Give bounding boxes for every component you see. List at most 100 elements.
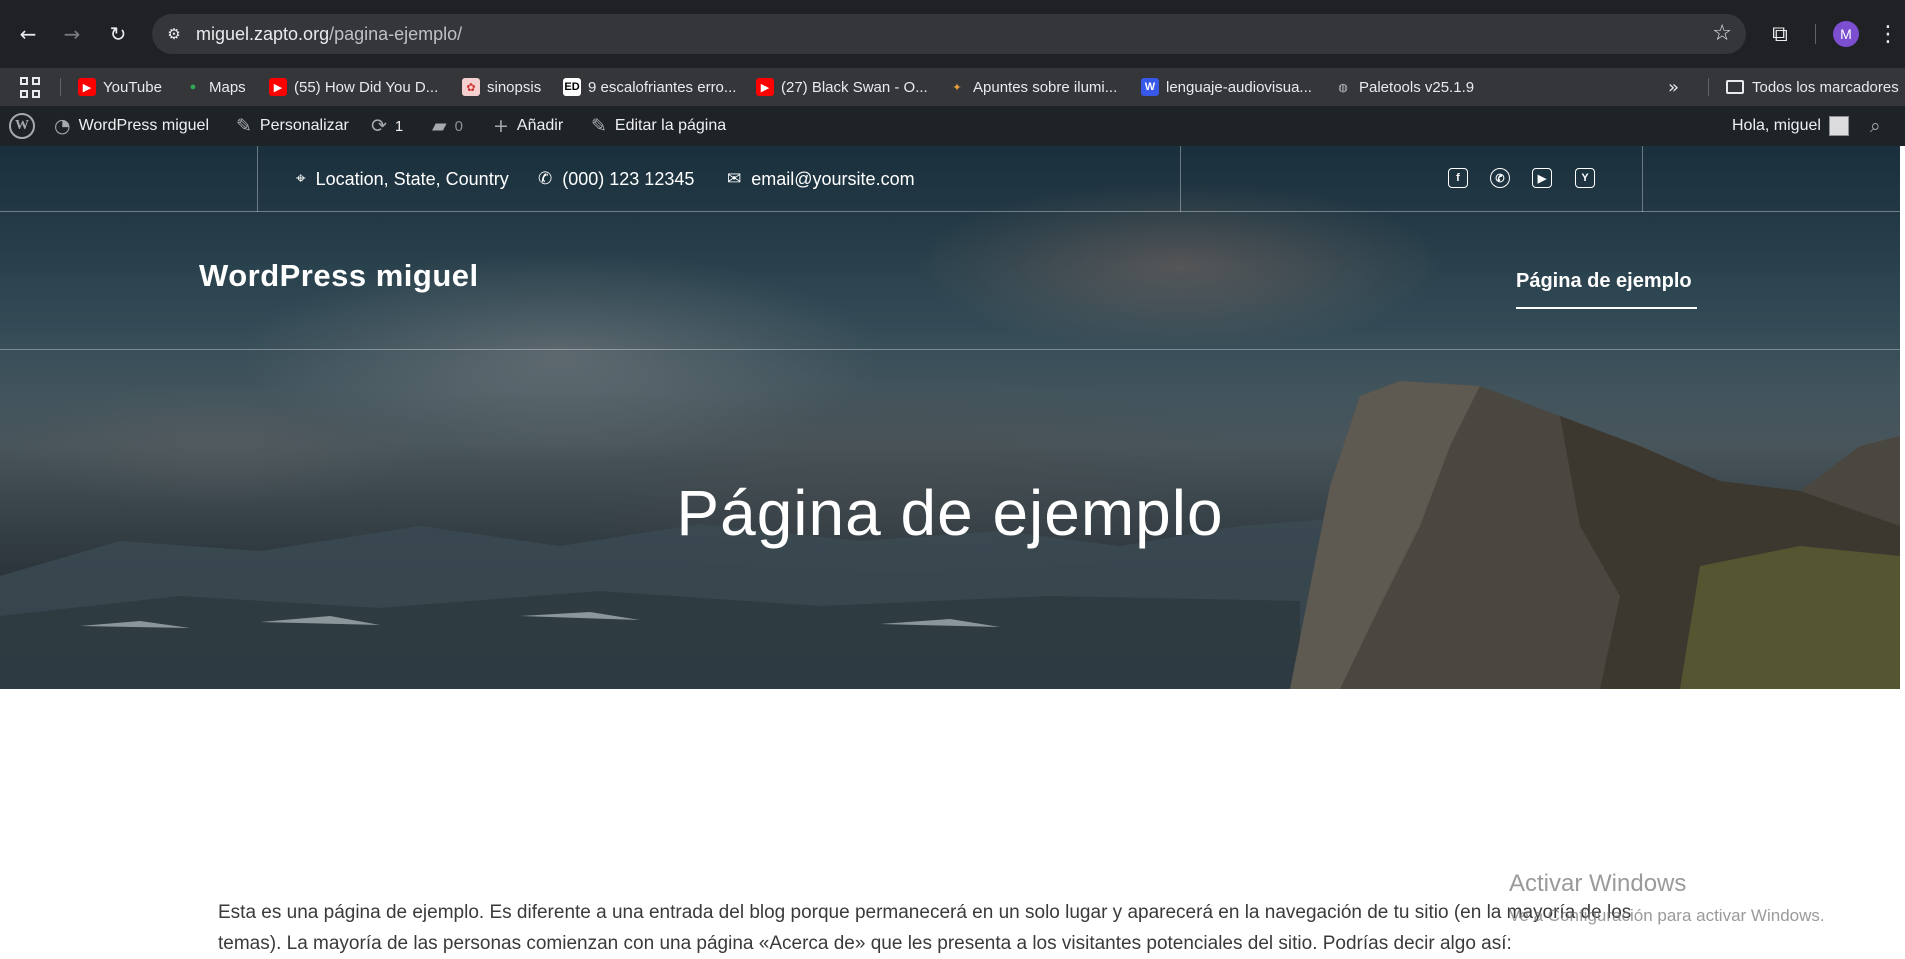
admin-site-name-label: WordPress miguel bbox=[78, 117, 210, 134]
bookmark-label: 9 escalofriantes erro... bbox=[588, 78, 737, 96]
wp-logo-menu[interactable]: W bbox=[9, 106, 35, 146]
comment-bubble-icon: ▰ bbox=[432, 115, 447, 137]
bookmark-label: (55) How Did You D... bbox=[294, 78, 439, 96]
comments-count: 0 bbox=[454, 117, 463, 135]
bookmark-label: (27) Black Swan - O... bbox=[781, 78, 928, 96]
whatsapp-icon[interactable]: ✆ bbox=[1490, 168, 1510, 188]
hero-section: ⌖ Location, State, Country ✆ (000) 123 1… bbox=[0, 146, 1900, 689]
email-text: email@yoursite.com bbox=[751, 168, 915, 189]
extensions-icon[interactable]: ⧉ bbox=[1766, 20, 1794, 48]
bookmark-maps[interactable]: ● Maps bbox=[184, 68, 246, 106]
watermark-subtitle: Ve a Configuración para activar Windows. bbox=[1509, 906, 1825, 925]
admin-edit-page-label: Editar la página bbox=[614, 117, 727, 134]
topbar-divider bbox=[1180, 146, 1181, 212]
top-contact-bar: ⌖ Location, State, Country ✆ (000) 123 1… bbox=[0, 146, 1900, 212]
admin-search[interactable]: ⌕ bbox=[1870, 106, 1881, 146]
watermark-title: Activar Windows bbox=[1509, 870, 1687, 897]
nav-item-pagina-ejemplo[interactable]: Página de ejemplo bbox=[1516, 270, 1692, 293]
bookmark-label: YouTube bbox=[103, 78, 162, 96]
admin-add-new[interactable]: + Añadir bbox=[493, 106, 563, 146]
all-bookmarks-label: Todos los marcadores bbox=[1752, 78, 1899, 96]
bookmark-star-icon[interactable]: ☆ bbox=[1712, 21, 1732, 46]
contact-email[interactable]: ✉ email@yoursite.com bbox=[727, 146, 915, 212]
bookmark-lenguaje[interactable]: W lenguaje-audiovisua... bbox=[1141, 68, 1312, 106]
phone-icon: ✆ bbox=[538, 169, 553, 189]
wp-admin-bar: W ◔ WordPress miguel ✎ Personalizar ⟳ 1 … bbox=[0, 106, 1905, 146]
admin-customize[interactable]: ✎ Personalizar bbox=[236, 106, 349, 146]
url-text[interactable]: miguel.zapto.org/pagina-ejemplo/ bbox=[196, 24, 462, 45]
bookmark-label: sinopsis bbox=[487, 78, 542, 96]
address-row: ← → ↻ ⚙ miguel.zapto.org/pagina-ejemplo/… bbox=[0, 0, 1905, 68]
youtube-icon: ▶ bbox=[269, 78, 287, 96]
globe-icon: ◍ bbox=[1338, 81, 1348, 94]
forward-button[interactable]: → bbox=[58, 20, 86, 48]
folder-icon bbox=[1726, 80, 1744, 94]
ed-icon: ED bbox=[563, 78, 581, 96]
mail-icon: ✉ bbox=[727, 169, 742, 189]
admin-edit-page[interactable]: ✎ Editar la página bbox=[591, 106, 726, 146]
search-icon: ⌕ bbox=[1870, 115, 1881, 137]
bookmark-label: Apuntes sobre ilumi... bbox=[973, 78, 1118, 96]
dashboard-gauge-icon: ◔ bbox=[54, 115, 71, 137]
content-paragraph: Esta es una página de ejemplo. Es difere… bbox=[218, 902, 1632, 954]
youtube-icon: ▶ bbox=[78, 78, 96, 96]
toolbar-divider bbox=[1815, 24, 1816, 44]
bookmarks-divider bbox=[60, 78, 61, 96]
admin-site-name[interactable]: ◔ WordPress miguel bbox=[54, 106, 209, 146]
admin-updates[interactable]: ⟳ 1 bbox=[371, 106, 403, 146]
contact-phone[interactable]: ✆ (000) 123 12345 bbox=[538, 146, 694, 212]
bookmark-black-swan[interactable]: ▶ (27) Black Swan - O... bbox=[756, 68, 928, 106]
admin-comments[interactable]: ▰ 0 bbox=[432, 106, 463, 146]
admin-my-account[interactable]: Hola, miguel bbox=[1732, 106, 1849, 146]
bookmark-label: lenguaje-audiovisua... bbox=[1166, 78, 1312, 96]
bookmark-sinopsis[interactable]: ✿ sinopsis bbox=[462, 68, 541, 106]
apps-grid-icon[interactable] bbox=[20, 77, 42, 99]
header-divider bbox=[0, 349, 1900, 350]
yelp-icon[interactable]: Y bbox=[1575, 168, 1595, 188]
back-button[interactable]: ← bbox=[14, 20, 42, 48]
updates-count: 1 bbox=[394, 117, 404, 135]
url-path: /pagina-ejemplo/ bbox=[329, 24, 463, 44]
site-title[interactable]: WordPress miguel bbox=[199, 258, 479, 294]
bookmark-how-did-you[interactable]: ▶ (55) How Did You D... bbox=[269, 68, 438, 106]
topbar-divider bbox=[1642, 146, 1643, 212]
maps-icon: ● bbox=[189, 81, 197, 93]
bookmark-apuntes[interactable]: ✦ Apuntes sobre ilumi... bbox=[948, 68, 1117, 106]
profile-avatar[interactable]: M bbox=[1833, 21, 1859, 47]
reload-button[interactable]: ↻ bbox=[104, 20, 132, 48]
bookmark-paletools[interactable]: ◍ Paletools v25.1.9 bbox=[1334, 68, 1474, 106]
youtube-icon: ▶ bbox=[756, 78, 774, 96]
windows-activation-watermark: Activar Windows Ve a Configuración para … bbox=[1509, 870, 1825, 925]
browser-toolbar: ← → ↻ ⚙ miguel.zapto.org/pagina-ejemplo/… bbox=[0, 0, 1905, 68]
browser-menu-icon[interactable]: ⋮ bbox=[1877, 20, 1899, 48]
site-info-icon[interactable]: ⚙ bbox=[162, 22, 186, 46]
page-title: Página de ejemplo bbox=[676, 477, 1224, 549]
phone-text: (000) 123 12345 bbox=[562, 168, 695, 189]
bookmark-label: Maps bbox=[209, 78, 246, 96]
admin-customize-label: Personalizar bbox=[259, 117, 349, 134]
topbar-divider bbox=[257, 146, 258, 212]
wordpress-logo-icon: W bbox=[9, 113, 35, 139]
youtube-icon[interactable]: ▶ bbox=[1532, 168, 1552, 188]
admin-greeting: Hola, miguel bbox=[1732, 117, 1821, 134]
bookmark-label: Paletools v25.1.9 bbox=[1359, 78, 1475, 96]
location-text: Location, State, Country bbox=[315, 168, 509, 189]
bookmark-youtube[interactable]: ▶ YouTube bbox=[78, 68, 162, 106]
url-host: miguel.zapto.org bbox=[196, 24, 330, 44]
map-pin-icon: ⌖ bbox=[296, 169, 306, 189]
bookmarks-divider bbox=[1708, 78, 1709, 96]
sinopsis-icon: ✿ bbox=[462, 78, 480, 96]
more-bookmarks-icon[interactable]: » bbox=[1668, 68, 1679, 106]
facebook-icon[interactable]: f bbox=[1448, 168, 1468, 188]
updates-icon: ⟳ bbox=[371, 115, 387, 137]
address-bar[interactable]: ⚙ miguel.zapto.org/pagina-ejemplo/ ☆ bbox=[152, 14, 1746, 54]
contact-location: ⌖ Location, State, Country bbox=[296, 146, 509, 212]
all-bookmarks-folder[interactable]: Todos los marcadores bbox=[1726, 68, 1899, 106]
bookmarks-bar: ▶ YouTube ● Maps ▶ (55) How Did You D...… bbox=[0, 68, 1905, 106]
page-content: Esta es una página de ejemplo. Es difere… bbox=[218, 897, 1678, 959]
brush-icon: ✎ bbox=[236, 115, 252, 137]
mountain-landscape bbox=[0, 381, 1900, 689]
plus-icon: + bbox=[493, 115, 509, 137]
bookmark-escalofriantes[interactable]: ED 9 escalofriantes erro... bbox=[563, 68, 736, 106]
avatar bbox=[1828, 116, 1849, 136]
